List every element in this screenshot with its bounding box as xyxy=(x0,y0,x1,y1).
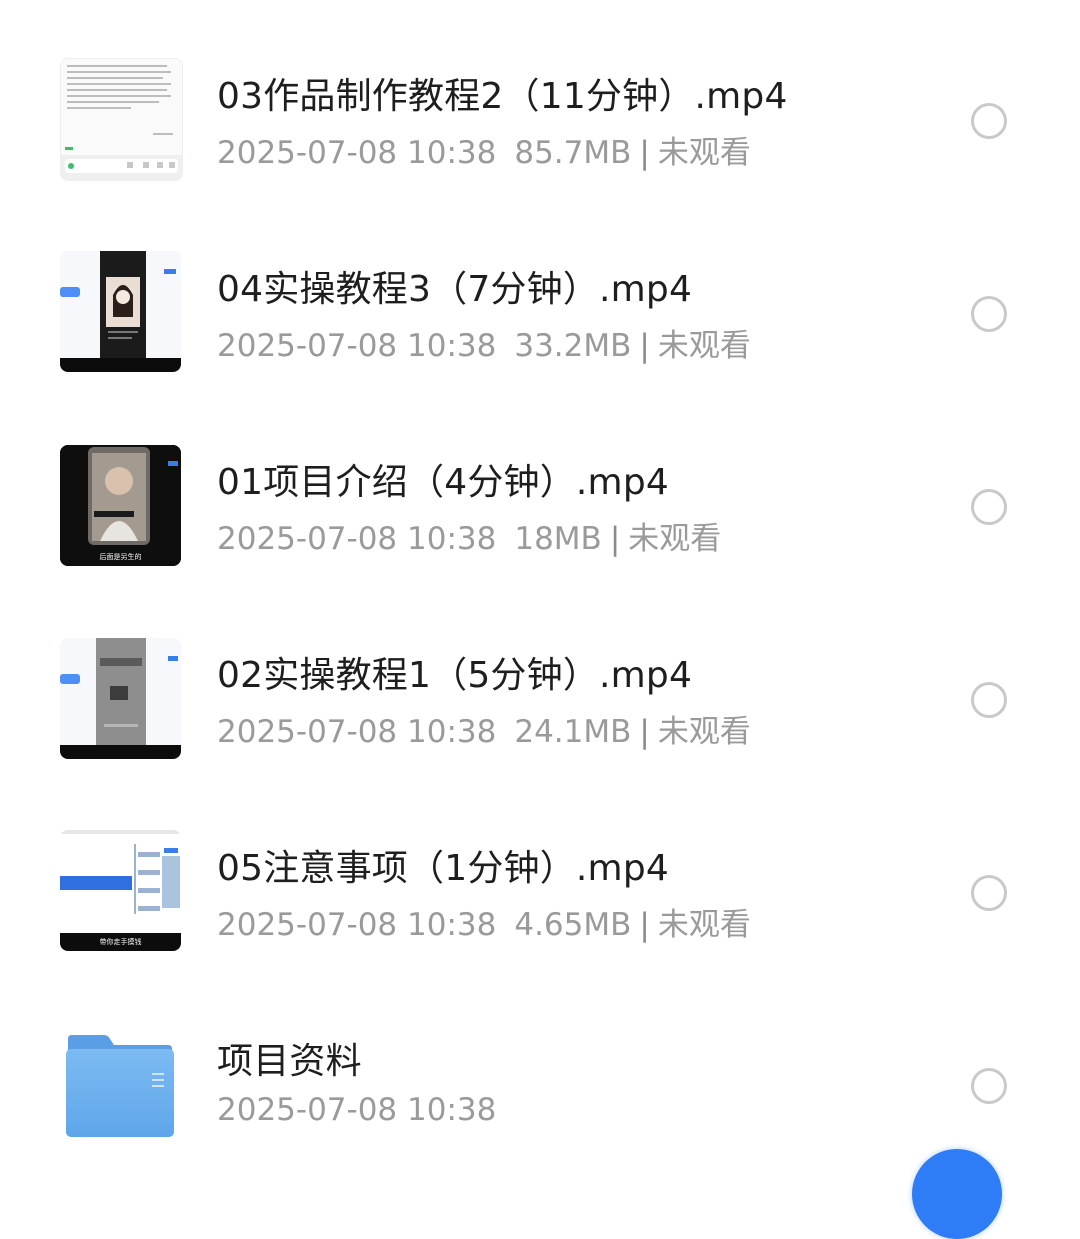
file-size: 4.65MB xyxy=(514,907,632,943)
list-item[interactable]: 项目资料 2025-07-08 10:38 xyxy=(0,988,1080,1181)
file-title: 03作品制作教程2（11分钟）.mp4 xyxy=(217,76,788,117)
list-item[interactable]: 04实操教程3（7分钟）.mp4 2025-07-08 10:38 33.2MB |… xyxy=(0,216,1080,409)
separator: | xyxy=(639,135,650,171)
list-item[interactable]: 02实操教程1（5分钟）.mp4 2025-07-08 10:38 24.1MB |… xyxy=(0,602,1080,795)
file-date: 2025-07-08 10:38 xyxy=(217,907,497,943)
video-thumbnail-screen-icon: 带你走手摸钱 xyxy=(60,830,181,951)
separator: | xyxy=(639,328,650,364)
file-date: 2025-07-08 10:38 xyxy=(217,135,497,171)
select-radio[interactable] xyxy=(971,489,1007,525)
floating-action-button[interactable] xyxy=(912,1149,1002,1239)
folder-title: 项目资料 xyxy=(217,1041,362,1082)
watch-status: 未观看 xyxy=(657,714,751,750)
separator: | xyxy=(609,521,621,557)
select-radio[interactable] xyxy=(971,875,1007,911)
select-radio[interactable] xyxy=(971,1068,1007,1104)
file-meta: 2025-07-08 10:38 18MB | 未观看 xyxy=(217,513,721,558)
file-title: 05注意事项（1分钟）.mp4 xyxy=(217,848,669,889)
file-date: 2025-07-08 10:38 xyxy=(217,328,497,364)
separator: | xyxy=(639,714,650,750)
file-date: 2025-07-08 10:38 xyxy=(217,521,497,557)
video-thumbnail-text-icon xyxy=(60,58,183,181)
file-meta: 2025-07-08 10:38 4.65MB | 未观看 xyxy=(217,899,751,944)
file-date: 2025-07-08 10:38 xyxy=(217,714,497,750)
watch-status: 未观看 xyxy=(657,135,751,171)
file-list: 03作品制作教程2（11分钟）.mp4 2025-07-08 10:38 85.7… xyxy=(0,0,1080,1161)
file-title: 02实操教程1（5分钟）.mp4 xyxy=(217,655,693,696)
file-title: 04实操教程3（7分钟）.mp4 xyxy=(217,269,693,310)
file-title: 01项目介绍（4分钟）.mp4 xyxy=(217,462,669,503)
separator: | xyxy=(639,907,650,943)
watch-status: 未观看 xyxy=(657,907,751,943)
file-size: 85.7MB xyxy=(514,135,632,171)
file-meta: 2025-07-08 10:38 xyxy=(217,1092,496,1128)
folder-icon xyxy=(64,1033,176,1141)
file-size: 18MB xyxy=(514,521,602,557)
select-radio[interactable] xyxy=(971,103,1007,139)
video-thumbnail-person-icon: 后面是另生的 xyxy=(60,445,181,566)
list-item[interactable]: 带你走手摸钱 05注意事项（1分钟）.mp4 2025-07-08 10:38 4… xyxy=(0,795,1080,988)
file-date: 2025-07-08 10:38 xyxy=(217,1092,497,1128)
select-radio[interactable] xyxy=(971,296,1007,332)
list-item[interactable]: 03作品制作教程2（11分钟）.mp4 2025-07-08 10:38 85.7… xyxy=(0,23,1080,216)
list-item[interactable]: 后面是另生的 01项目介绍（4分钟）.mp4 2025-07-08 10:38 1… xyxy=(0,409,1080,602)
video-thumbnail-phone-icon xyxy=(60,251,181,372)
file-meta: 2025-07-08 10:38 24.1MB | 未观看 xyxy=(217,706,751,751)
file-meta: 2025-07-08 10:38 85.7MB | 未观看 xyxy=(217,127,751,172)
video-thumbnail-phone-icon xyxy=(60,638,181,759)
thumbnail-caption: 带你走手摸钱 xyxy=(99,938,142,946)
file-meta: 2025-07-08 10:38 33.2MB | 未观看 xyxy=(217,320,751,365)
file-size: 24.1MB xyxy=(514,714,632,750)
thumbnail-caption: 后面是另生的 xyxy=(99,553,142,561)
file-size: 33.2MB xyxy=(514,328,632,364)
watch-status: 未观看 xyxy=(628,521,722,557)
watch-status: 未观看 xyxy=(657,328,751,364)
select-radio[interactable] xyxy=(971,682,1007,718)
